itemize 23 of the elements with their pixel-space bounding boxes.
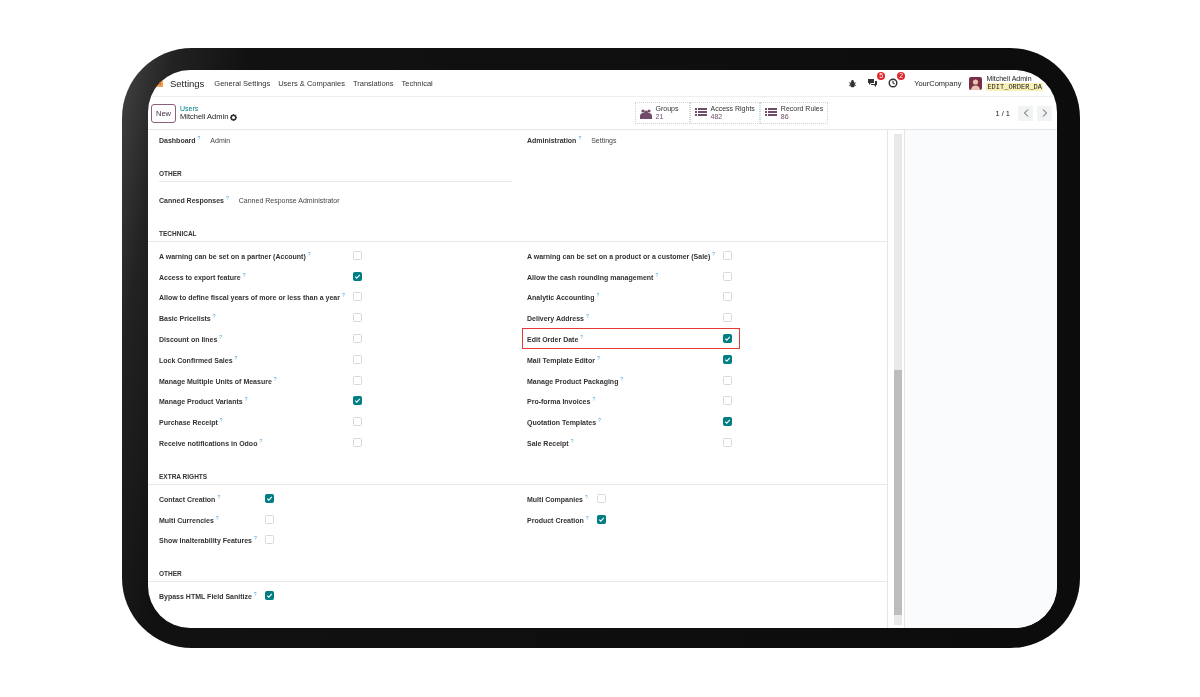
bug-icon[interactable]	[848, 78, 858, 88]
list-icon	[764, 108, 777, 118]
checkbox[interactable]	[352, 271, 362, 281]
clock-icon[interactable]	[888, 78, 899, 88]
avatar-icon[interactable]	[969, 76, 983, 90]
scrollbar-thumb[interactable]	[894, 369, 902, 616]
checkbox[interactable]	[723, 417, 733, 427]
list-icon	[694, 108, 707, 118]
checkbox[interactable]	[352, 396, 362, 406]
chevron-right-icon	[1041, 109, 1048, 117]
checkbox[interactable]	[723, 354, 733, 364]
chevron-left-icon	[1022, 109, 1029, 117]
checkbox[interactable]	[596, 514, 606, 524]
chat-icon[interactable]	[867, 78, 879, 88]
checkbox[interactable]	[723, 334, 733, 344]
checkbox[interactable]	[264, 493, 274, 503]
scrollbar[interactable]	[894, 134, 902, 625]
app-name[interactable]: Settings	[170, 77, 205, 89]
settings-icon[interactable]	[230, 113, 238, 121]
previous-button[interactable]	[1018, 105, 1033, 121]
next-button[interactable]	[1037, 105, 1052, 121]
users-icon	[639, 107, 652, 119]
checkbox[interactable]	[264, 591, 274, 601]
